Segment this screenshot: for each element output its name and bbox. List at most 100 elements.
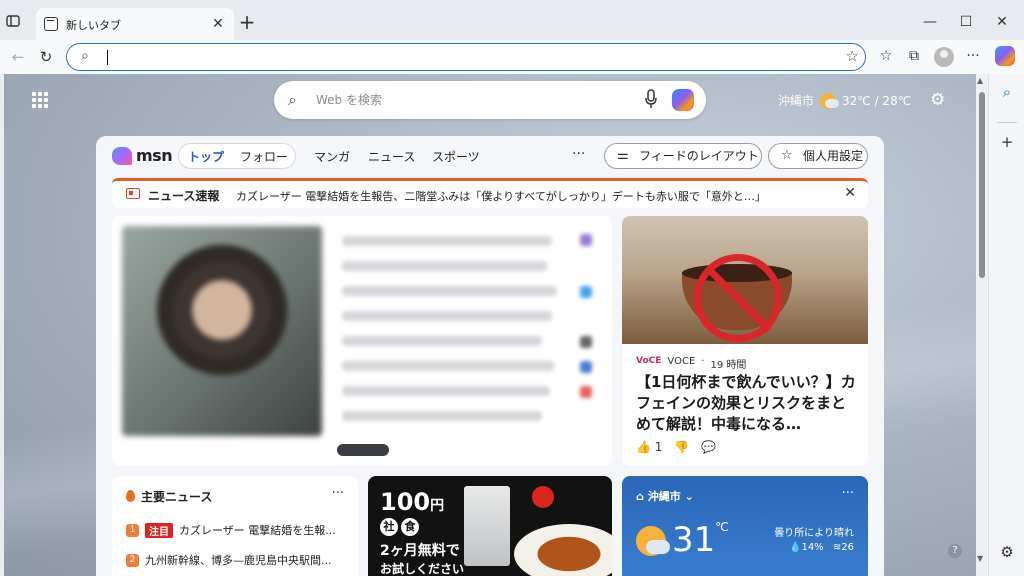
blurred-text bbox=[342, 286, 557, 296]
tab-top[interactable]: トップ bbox=[188, 148, 224, 165]
source-logo bbox=[580, 386, 592, 398]
close-icon[interactable]: ✕ bbox=[844, 185, 856, 201]
curry-plate-image bbox=[514, 524, 612, 576]
search-icon: ⌕ bbox=[288, 90, 297, 109]
article-card[interactable]: VoCE VOCE · 19 時間 【1日何杯まで飲んでいい？】カフェインの効果… bbox=[622, 216, 868, 466]
scrollbar-thumb[interactable] bbox=[979, 92, 985, 278]
current-temperature: 31℃ bbox=[672, 520, 729, 560]
new-tab-page: ⌕ 沖縄市 32℃ / 28℃ ⚙ msn トップ フォロー マンガ ニュース … bbox=[4, 74, 976, 576]
more-icon[interactable]: ··· bbox=[332, 486, 344, 501]
new-tab-button[interactable]: + bbox=[236, 12, 258, 34]
comment-icon[interactable]: 💬 bbox=[701, 440, 716, 454]
tab-manga[interactable]: マンガ bbox=[314, 148, 350, 165]
weather-description: 曇り所により晴れ bbox=[774, 528, 854, 539]
close-window-button[interactable]: ✕ bbox=[990, 10, 1014, 34]
breaking-news-banner[interactable]: ニュース速報 カズレーザー 電撃結婚を生報告、二階堂ふみは「僕よりすべてがしっか… bbox=[112, 178, 868, 208]
hero-carousel-card[interactable] bbox=[112, 216, 612, 466]
prohibited-icon bbox=[694, 254, 782, 342]
weather-card[interactable]: ⌂ 沖縄市 ⌄ ··· 31℃ 曇り所により晴れ 💧14% ≋26 bbox=[622, 476, 868, 576]
reactions: 👍 1 👎 💬 bbox=[636, 440, 716, 454]
breaking-headline[interactable]: カズレーザー 電撃結婚を生報告、二階堂ふみは「僕よりすべてがしっかり」デートも赤… bbox=[236, 188, 766, 204]
wind-icon: ≋ bbox=[832, 542, 842, 553]
article-image bbox=[622, 216, 868, 344]
top-news-item[interactable]: 2 九州新幹線、博多—鹿児島中央駅間... bbox=[126, 552, 332, 568]
blurred-text bbox=[342, 361, 554, 371]
breaking-label: ニュース速報 bbox=[148, 189, 220, 203]
weather-summary[interactable]: 沖縄市 32℃ / 28℃ bbox=[778, 92, 911, 109]
web-search-input[interactable] bbox=[316, 89, 626, 111]
back-icon[interactable]: ← bbox=[6, 45, 30, 69]
microphone-icon[interactable] bbox=[644, 89, 658, 109]
app-launcher-icon[interactable] bbox=[32, 92, 48, 108]
web-search-box[interactable]: ⌕ bbox=[274, 81, 706, 119]
favorites-icon[interactable]: ☆ bbox=[876, 46, 896, 66]
tab-follow[interactable]: フォロー bbox=[240, 148, 288, 165]
msn-logo[interactable]: msn bbox=[112, 146, 173, 165]
personalize-button[interactable]: ☆ 個人用設定 bbox=[768, 143, 868, 169]
active-tab[interactable]: 新しいタブ ✕ bbox=[36, 8, 234, 40]
partly-sunny-icon bbox=[820, 92, 840, 109]
copilot-icon[interactable] bbox=[995, 46, 1015, 66]
article-headline[interactable]: 【1日何杯まで飲んでいい？】カフェインの効果とリスクをまとめて解説！中毒になる… bbox=[636, 372, 858, 435]
title-bar: 新しいタブ ✕ + — ☐ ✕ bbox=[0, 0, 1024, 40]
screenshot-icon[interactable]: ⧉ bbox=[904, 46, 924, 66]
edge-sidebar: ⌕ + ⚙ bbox=[988, 74, 1024, 576]
blurred-text bbox=[342, 336, 542, 346]
tab-close-button[interactable]: ✕ bbox=[208, 14, 228, 34]
source-logo bbox=[580, 361, 592, 373]
source-logo bbox=[580, 286, 592, 298]
like-button[interactable]: 👍 1 bbox=[636, 440, 662, 454]
more-icon[interactable]: ··· bbox=[963, 46, 983, 66]
tomato-image bbox=[532, 486, 554, 508]
search-icon[interactable]: ⌕ bbox=[997, 82, 1017, 102]
top-news-item[interactable]: 1 注目 カズレーザー 電撃結婚を生報... bbox=[126, 522, 336, 538]
address-search-icon: ⌕ bbox=[81, 48, 89, 64]
tab-news[interactable]: ニュース bbox=[368, 148, 415, 165]
weather-card-city[interactable]: ⌂ 沖縄市 ⌄ bbox=[636, 488, 694, 504]
settings-icon[interactable]: ⚙ bbox=[997, 542, 1017, 562]
address-bar[interactable]: ⌕ ☆ bbox=[66, 43, 866, 71]
source-logo bbox=[580, 234, 592, 246]
flame-icon bbox=[126, 490, 135, 502]
tab-sports[interactable]: スポーツ bbox=[432, 148, 480, 165]
profile-icon[interactable] bbox=[934, 47, 954, 67]
raindrop-icon: 💧 bbox=[789, 542, 802, 553]
ad-card[interactable]: 100円 社食 2ヶ月無料で お試しください bbox=[368, 476, 612, 576]
maximize-button[interactable]: ☐ bbox=[954, 10, 978, 34]
fridge-image bbox=[464, 486, 510, 566]
sliders-icon: ⚌ bbox=[617, 148, 629, 163]
help-icon[interactable]: ? bbox=[948, 544, 962, 558]
weather-stats: 💧14% ≋26 bbox=[789, 542, 854, 553]
refresh-icon[interactable]: ↻ bbox=[34, 45, 58, 69]
copilot-search-icon[interactable] bbox=[672, 89, 694, 111]
star-edit-icon: ☆ bbox=[781, 148, 793, 163]
navigation-bar: ← ↻ ⌕ ☆ ☆ ⧉ ··· bbox=[0, 40, 1024, 74]
carousel-pager[interactable] bbox=[337, 444, 389, 456]
blurred-text bbox=[342, 261, 547, 271]
ad-subtitle-2: お試しください bbox=[380, 562, 465, 576]
minimize-button[interactable]: — bbox=[918, 10, 942, 34]
scroll-up-icon[interactable]: ▲ bbox=[977, 76, 983, 85]
page-scrollbar[interactable]: ▲ ▼ bbox=[976, 74, 988, 576]
add-icon[interactable]: + bbox=[997, 132, 1017, 152]
blurred-text bbox=[342, 386, 550, 396]
ad-subtitle: 2ヶ月無料で bbox=[380, 543, 460, 559]
weather-city: 沖縄市 bbox=[778, 94, 815, 108]
more-icon[interactable]: ··· bbox=[842, 486, 854, 501]
partly-sunny-icon bbox=[636, 526, 670, 556]
top-news-card: 主要ニュース ··· 1 注目 カズレーザー 電撃結婚を生報... 2 九州新幹… bbox=[112, 476, 358, 576]
feed-layout-button[interactable]: ⚌ フィードのレイアウト bbox=[604, 143, 762, 169]
article-source: VoCE VOCE · 19 時間 bbox=[636, 356, 747, 371]
weather-temps: 32℃ / 28℃ bbox=[842, 93, 912, 108]
scroll-down-icon[interactable]: ▼ bbox=[977, 554, 983, 563]
favorite-star-icon[interactable]: ☆ bbox=[846, 47, 859, 65]
workspaces-icon[interactable] bbox=[6, 14, 26, 34]
dot-separator: · bbox=[701, 356, 705, 367]
hero-image bbox=[122, 226, 322, 436]
blurred-text bbox=[342, 411, 542, 421]
page-settings-icon[interactable]: ⚙ bbox=[930, 90, 945, 110]
blurred-text bbox=[342, 236, 552, 246]
dislike-icon[interactable]: 👎 bbox=[674, 440, 689, 454]
news-icon bbox=[126, 188, 140, 199]
tabs-more-icon[interactable]: ··· bbox=[572, 146, 585, 162]
